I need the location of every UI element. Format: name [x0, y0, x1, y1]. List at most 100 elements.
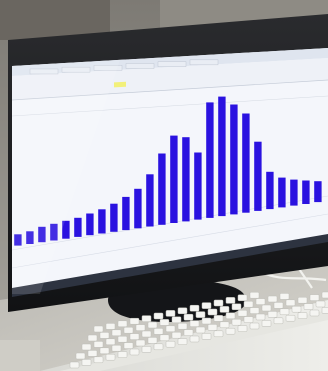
keyboard-key	[111, 329, 122, 337]
keyboard-key	[315, 300, 326, 308]
keyboard-key	[213, 330, 224, 338]
chart-bar	[314, 181, 322, 203]
keyboard-key	[117, 335, 128, 343]
chart-bar	[278, 177, 286, 208]
keyboard-key	[93, 325, 104, 333]
keyboard-key	[93, 356, 104, 364]
keyboard-key	[201, 317, 212, 325]
chart-bar	[86, 213, 94, 236]
chart-bar	[266, 171, 274, 210]
keyboard-key	[297, 312, 308, 319]
chart-bar	[110, 203, 118, 232]
chart-bar	[74, 217, 82, 237]
keyboard-key	[141, 315, 152, 322]
keyboard-key	[177, 338, 188, 345]
chart-bar	[146, 174, 154, 227]
keyboard-key	[81, 343, 92, 351]
keyboard-key	[177, 322, 188, 330]
keyboard-key	[249, 307, 260, 314]
keyboard-key	[117, 320, 128, 328]
keyboard-key	[171, 316, 182, 324]
keyboard-key	[243, 316, 254, 323]
keyboard-key	[165, 325, 176, 333]
keyboard-key	[249, 291, 260, 299]
keyboard-key	[213, 315, 224, 322]
keyboard-key	[129, 333, 140, 340]
chart-bar	[302, 180, 310, 204]
chart-bar	[254, 141, 262, 211]
keyboard-key	[273, 302, 284, 309]
keyboard-key	[165, 340, 176, 348]
keyboard-key	[309, 294, 320, 301]
screen-tab	[157, 61, 187, 67]
keyboard-key	[201, 333, 212, 340]
keyboard-key	[285, 299, 296, 307]
keyboard-key	[237, 294, 248, 302]
keyboard-key	[243, 300, 254, 308]
keyboard-key	[171, 331, 182, 339]
keyboard-key	[195, 326, 206, 334]
keyboard-key	[321, 291, 328, 299]
photo-scene	[0, 0, 328, 371]
keyboard-key	[261, 304, 272, 312]
keyboard-key	[231, 318, 242, 326]
keyboard-key	[195, 311, 206, 318]
keyboard-key	[255, 313, 266, 321]
keyboard-key	[189, 335, 200, 343]
keyboard-key	[237, 325, 248, 332]
screen-tab	[189, 59, 219, 66]
keyboard-key	[93, 341, 104, 348]
keyboard-key	[225, 312, 236, 320]
keyboard-key	[207, 324, 218, 331]
keyboard-key	[297, 296, 308, 304]
keyboard-key	[261, 320, 272, 327]
keyboard-key	[153, 343, 164, 351]
keyboard-key	[189, 304, 200, 312]
keyboard-key	[183, 329, 194, 336]
keyboard-key	[303, 303, 314, 310]
keyboard-key	[309, 309, 320, 317]
keyboard-key	[81, 359, 92, 366]
keyboard-key	[135, 339, 146, 347]
chart-bar	[218, 96, 226, 217]
highlight-cell	[114, 81, 126, 88]
chart-bar	[206, 102, 214, 218]
keyboard-key	[273, 317, 284, 325]
chart-bar	[230, 104, 238, 215]
keyboard-key	[225, 327, 236, 335]
keyboard-key	[279, 293, 290, 300]
keyboard-key	[219, 306, 230, 313]
keyboard-key	[183, 313, 194, 321]
chart-bar	[122, 196, 130, 231]
keyboard-key	[123, 326, 134, 334]
keyboard-key	[69, 361, 80, 369]
keyboard-key	[147, 321, 158, 329]
chart-bar	[194, 152, 202, 220]
chart-bar	[290, 179, 298, 206]
keyboard-key	[165, 310, 176, 317]
chart-bar	[134, 188, 142, 229]
keyboard-key	[141, 346, 152, 353]
keyboard-key	[147, 337, 158, 344]
keyboard-key	[75, 352, 86, 360]
keyboard-key	[87, 334, 98, 342]
keyboard-key	[117, 351, 128, 358]
keyboard-key	[105, 338, 116, 346]
keyboard-key	[153, 328, 164, 335]
keyboard-key	[225, 297, 236, 304]
keyboard-key	[189, 320, 200, 327]
chart-bar	[182, 137, 190, 222]
keyboard-key	[249, 322, 260, 330]
keyboard-key	[237, 309, 248, 317]
keyboard-key	[177, 307, 188, 315]
keyboard-key	[267, 295, 278, 303]
keyboard-key	[207, 308, 218, 316]
keyboard-key	[153, 312, 164, 320]
keyboard-key	[285, 314, 296, 322]
keyboard-key	[291, 305, 302, 313]
keyboard-key	[231, 303, 242, 311]
keyboard-key	[279, 308, 290, 316]
chart-bar	[242, 113, 250, 213]
chart-bar	[170, 135, 178, 223]
keyboard-key	[321, 307, 328, 314]
